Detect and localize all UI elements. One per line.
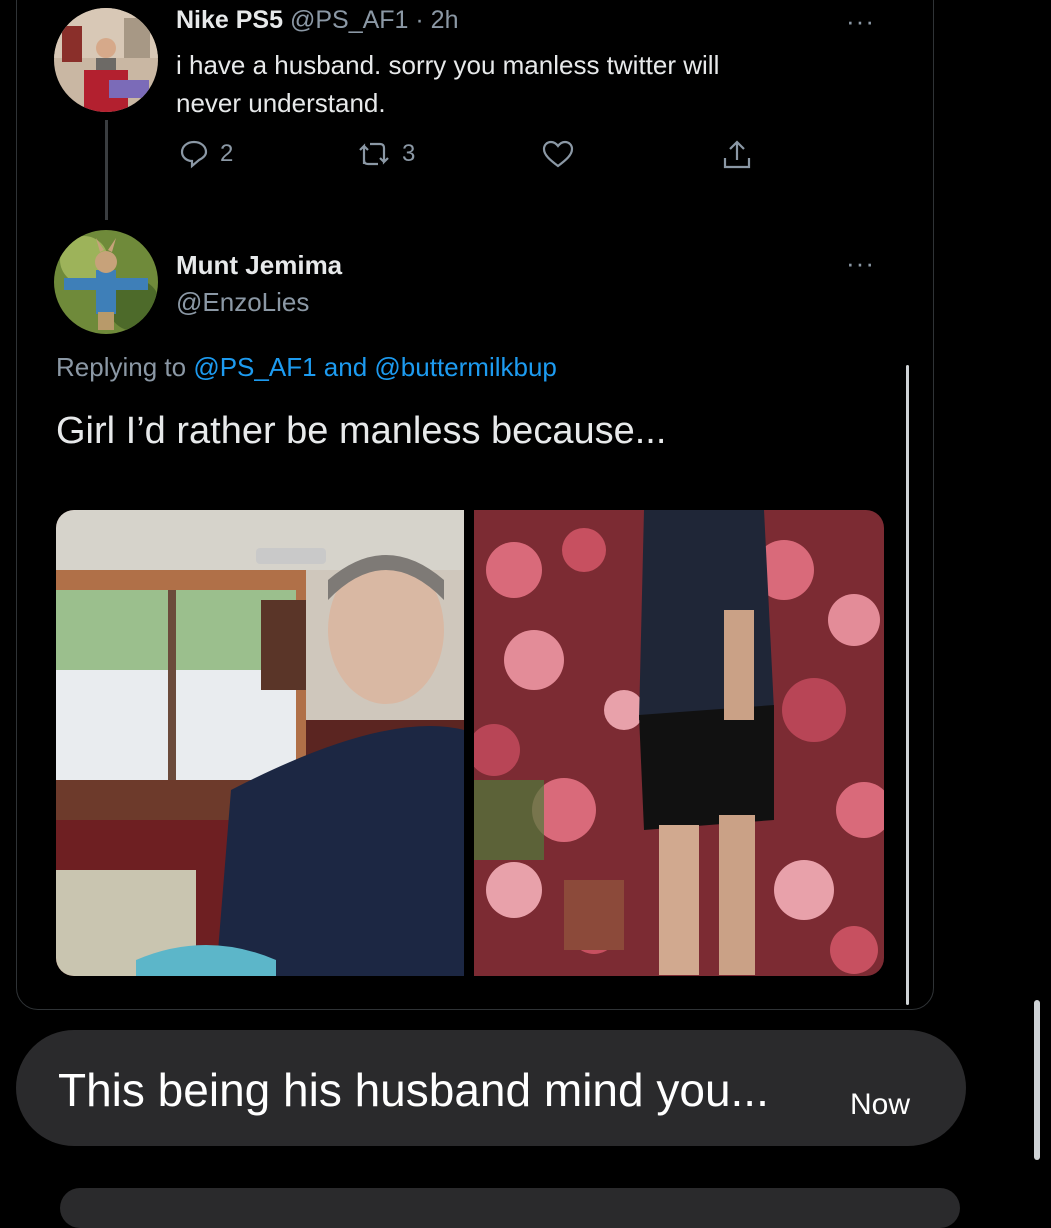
handle[interactable]: @PS_AF1 <box>290 6 408 34</box>
timestamp[interactable]: · 2h <box>415 6 458 34</box>
avatar-nike-ps5[interactable] <box>54 8 158 112</box>
more-icon[interactable]: ··· <box>846 8 875 34</box>
avatar-munt-jemima[interactable] <box>54 230 158 334</box>
timeline-scrollbar[interactable] <box>906 365 909 1005</box>
thread-line <box>105 120 108 220</box>
retweet-button[interactable]: 3 <box>356 138 415 170</box>
handle[interactable]: @EnzoLies <box>176 287 309 318</box>
replying-prefix: Replying to <box>56 352 187 382</box>
message-bubble[interactable]: This being his husband mind you... Now <box>16 1030 966 1146</box>
reply-button[interactable]: 2 <box>178 138 233 170</box>
more-icon[interactable]: ··· <box>846 250 875 276</box>
tweet1-text-line1: i have a husband. sorry you manless twit… <box>176 50 720 80</box>
mention-buttermilkbup[interactable]: @buttermilkbup <box>374 352 556 382</box>
photo-man-with-flowers[interactable] <box>474 510 884 976</box>
message-text: This being his husband mind you... <box>58 1064 769 1116</box>
like-icon <box>542 140 574 168</box>
display-name[interactable]: Nike PS5 <box>176 6 283 34</box>
photo-man-in-car[interactable] <box>56 510 464 976</box>
like-button[interactable] <box>540 138 576 170</box>
reply-count: 2 <box>220 140 234 167</box>
tweet1-text-line2: never understand. <box>176 88 386 118</box>
mention-ps-af1[interactable]: @PS_AF1 <box>193 352 316 382</box>
display-name[interactable]: Munt Jemima <box>176 250 342 281</box>
mention-and[interactable]: and <box>324 352 367 382</box>
retweet-icon <box>359 142 389 166</box>
message-time: Now <box>850 1088 911 1121</box>
reply-icon <box>180 140 208 169</box>
tweet1-text: i have a husband. sorry you manless twit… <box>176 46 719 122</box>
chat-scrollbar[interactable] <box>1034 1000 1040 1160</box>
tweet2-text: Girl I’d rather be manless because... <box>56 410 667 452</box>
tweet1-header: Nike PS5 @PS_AF1 · 2h <box>176 6 459 35</box>
replying-to: Replying to @PS_AF1 and @buttermilkbup <box>56 352 557 383</box>
next-message-bubble[interactable] <box>60 1188 960 1228</box>
retweet-count: 3 <box>402 140 416 167</box>
share-button[interactable] <box>720 138 754 172</box>
share-icon <box>723 140 751 169</box>
